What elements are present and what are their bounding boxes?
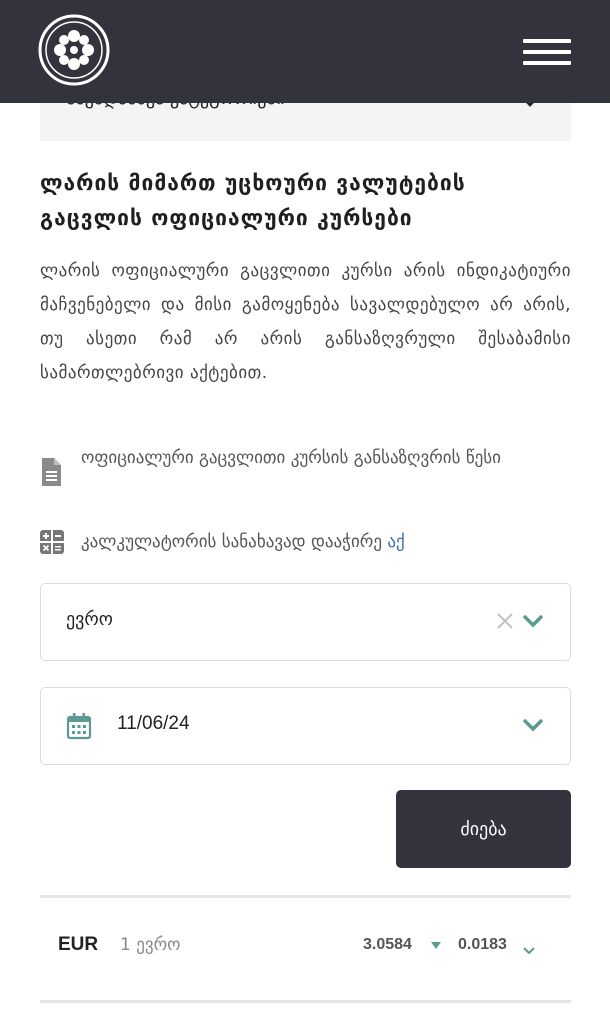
currency-select-value: ევრო: [66, 609, 113, 630]
calculator-icon: [40, 530, 64, 558]
table-row[interactable]: EUR 1 ევრო 3.0584 0.0183: [40, 900, 571, 1000]
date-picker[interactable]: 11/06/24: [40, 687, 571, 765]
search-button[interactable]: ძიება: [396, 790, 571, 868]
chevron-down-icon[interactable]: [521, 613, 545, 633]
site-logo-icon[interactable]: [38, 14, 110, 86]
document-icon: [40, 457, 62, 491]
calculator-link[interactable]: აქ: [387, 532, 404, 552]
currency-code: EUR: [58, 934, 99, 955]
calculator-link-row: კალკულატორის სანახავად დააჭირე აქ: [40, 527, 571, 561]
rate-change: 0.0183: [458, 936, 507, 953]
page-description: ლარის ოფიციალური გაცვლითი კურსი არის ინდ…: [40, 261, 571, 383]
menu-line: [523, 39, 571, 43]
chevron-down-icon[interactable]: [522, 941, 536, 960]
calculator-link-text: კალკულატორის სანახავად დააჭირე აქ: [81, 527, 405, 558]
calendar-icon: [66, 712, 92, 744]
clear-selection-icon[interactable]: [496, 612, 514, 634]
currency-unit: 1 ევრო: [120, 935, 181, 955]
menu-line: [523, 61, 571, 65]
top-header: [0, 0, 610, 103]
results-divider-top: [40, 895, 571, 898]
exchange-rate: 3.0584: [363, 936, 412, 953]
currency-select[interactable]: ევრო: [40, 583, 571, 661]
page-title: ლარის მიმართ უცხოური ვალუტების გაცვლის ო…: [40, 171, 466, 230]
date-value: 11/06/24: [117, 713, 190, 734]
rules-link-label[interactable]: ოფიციალური გაცვლითი კურსის განსაზღვრის წ…: [81, 443, 561, 474]
calculator-label: კალკულატორის სანახავად დააჭირე: [81, 532, 388, 552]
results-divider-bottom: [40, 1000, 571, 1003]
trend-down-icon: [431, 942, 441, 949]
hamburger-menu-icon[interactable]: [523, 36, 573, 68]
rules-link-row[interactable]: ოფიციალური გაცვლითი კურსის განსაზღვრის წ…: [40, 441, 571, 507]
chevron-down-icon[interactable]: [521, 717, 545, 737]
menu-line: [523, 50, 571, 54]
